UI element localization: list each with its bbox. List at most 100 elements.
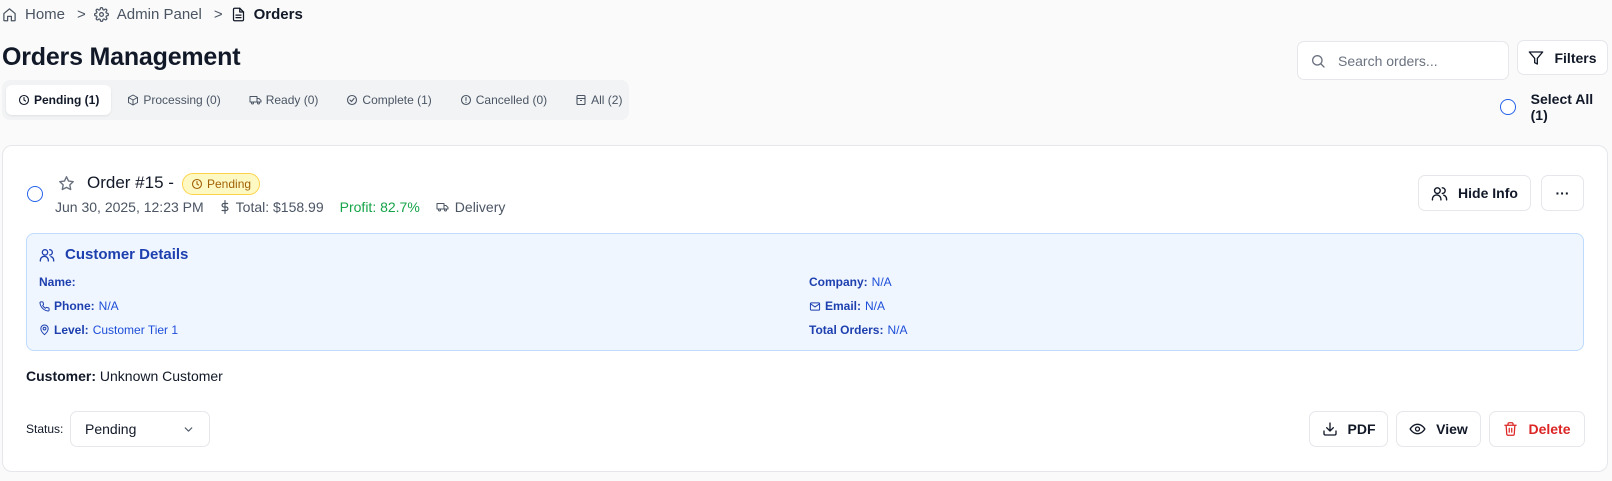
customer-email-field: Email: N/A: [809, 299, 885, 313]
view-label: View: [1436, 421, 1468, 437]
users-icon: [39, 247, 55, 263]
tab-label: Complete (1): [362, 93, 432, 107]
level-label: Level:: [54, 323, 89, 337]
order-delivery-label: Delivery: [454, 199, 506, 215]
tab-label: All (2): [591, 93, 623, 107]
delete-label: Delete: [1528, 421, 1571, 437]
status-badge: Pending: [182, 173, 261, 195]
truck-icon: [249, 94, 262, 106]
check-circle-icon: [346, 94, 358, 106]
breadcrumb-orders-label: Orders: [253, 5, 303, 23]
package-icon: [127, 94, 139, 106]
order-date: Jun 30, 2025, 12:23 PM: [55, 199, 204, 215]
hide-info-label: Hide Info: [1458, 185, 1518, 201]
order-delivery: Delivery: [436, 199, 506, 215]
gear-icon: [93, 6, 109, 22]
view-button[interactable]: View: [1396, 411, 1481, 447]
tab-pending[interactable]: Pending (1): [6, 85, 112, 115]
tab-complete[interactable]: Complete (1): [334, 85, 443, 115]
search-input[interactable]: [1338, 52, 1488, 69]
customer-name-field: Name:: [39, 275, 80, 289]
pdf-button[interactable]: PDF: [1309, 411, 1388, 447]
order-total-value: Total: $158.99: [235, 199, 324, 215]
breadcrumb-home-label: Home: [25, 5, 66, 23]
status-select-value: Pending: [85, 421, 137, 437]
tab-label: Pending (1): [34, 93, 100, 107]
customer-details-panel: Customer Details Name: Phone: N/A Level:…: [26, 233, 1584, 351]
order-meta: Jun 30, 2025, 12:23 PM Total: $158.99 Pr…: [55, 199, 521, 215]
eye-icon: [1409, 421, 1426, 437]
pdf-label: PDF: [1347, 421, 1376, 437]
select-all-control[interactable]: Select All (1): [1500, 91, 1612, 123]
breadcrumb-admin-panel[interactable]: Admin Panel >: [93, 5, 231, 23]
dollar-icon: [220, 200, 230, 214]
breadcrumb-home[interactable]: Home >: [2, 6, 94, 23]
status-label: Status:: [26, 422, 64, 436]
map-pin-icon: [39, 324, 50, 336]
phone-label: Phone:: [54, 299, 95, 313]
total-orders-value: N/A: [887, 323, 908, 337]
customer-line: Customer: Unknown Customer: [26, 368, 223, 384]
alert-circle-icon: [460, 94, 472, 106]
customer-level-field: Level: Customer Tier 1: [39, 323, 178, 337]
archive-icon: [575, 94, 587, 106]
filter-icon: [1528, 50, 1544, 66]
customer-label: Customer:: [26, 368, 97, 384]
level-value: Customer Tier 1: [92, 323, 179, 337]
breadcrumb-separator: >: [77, 5, 86, 23]
breadcrumb-separator: >: [213, 5, 223, 23]
status-badge-label: Pending: [207, 177, 252, 191]
customer-details-title: Customer Details: [65, 246, 189, 263]
select-all-checkbox[interactable]: [1500, 99, 1516, 115]
phone-value: N/A: [98, 299, 119, 313]
breadcrumb-admin-label: Admin Panel: [116, 5, 202, 23]
users-icon: [1431, 185, 1448, 202]
phone-icon: [39, 300, 50, 312]
mail-icon: [809, 301, 821, 312]
status-tabs: Pending (1) Processing (0) Ready (0) Com…: [2, 80, 629, 120]
email-label: Email:: [825, 299, 862, 313]
search-icon: [1310, 53, 1326, 69]
email-value: N/A: [865, 299, 886, 313]
order-select-checkbox[interactable]: [27, 186, 43, 202]
filters-label: Filters: [1554, 49, 1597, 66]
tab-all[interactable]: All (2): [563, 85, 634, 115]
customer-company-field: Company: N/A: [809, 275, 892, 289]
home-icon: [2, 7, 17, 22]
download-icon: [1322, 421, 1338, 437]
clock-icon: [191, 178, 203, 190]
truck-icon: [436, 201, 449, 213]
breadcrumb: Home > Admin Panel > Orders: [2, 4, 303, 24]
more-options-icon: ···: [1555, 185, 1570, 201]
customer-details-header: Customer Details: [39, 246, 188, 263]
tab-label: Processing (0): [143, 93, 221, 107]
clock-icon: [18, 94, 30, 106]
breadcrumb-orders: Orders: [231, 6, 303, 23]
total-orders-label: Total Orders:: [809, 323, 884, 337]
customer-total-orders-field: Total Orders: N/A: [809, 323, 907, 337]
customer-phone-field: Phone: N/A: [39, 299, 119, 313]
chevron-down-icon: [182, 423, 195, 436]
tab-processing[interactable]: Processing (0): [115, 85, 232, 115]
trash-icon: [1503, 421, 1518, 437]
order-title: Order #15 -: [87, 173, 174, 192]
order-total: Total: $158.99: [220, 199, 324, 215]
hide-info-button[interactable]: Hide Info: [1418, 175, 1531, 211]
filters-button[interactable]: Filters: [1517, 40, 1608, 75]
order-profit: Profit: 82.7%: [339, 199, 420, 215]
tab-label: Cancelled (0): [475, 93, 548, 107]
document-icon: [231, 7, 246, 22]
star-icon[interactable]: [58, 175, 75, 192]
company-value: N/A: [871, 275, 892, 289]
delete-button[interactable]: Delete: [1489, 411, 1585, 447]
search-box[interactable]: [1297, 41, 1509, 80]
tab-ready[interactable]: Ready (0): [237, 85, 331, 115]
company-label: Company:: [809, 275, 868, 289]
customer-value: Unknown Customer: [99, 368, 223, 384]
more-options-button[interactable]: ···: [1541, 175, 1584, 211]
tab-label: Ready (0): [265, 93, 319, 107]
name-label: Name:: [39, 275, 76, 289]
tab-cancelled[interactable]: Cancelled (0): [448, 85, 559, 115]
status-select[interactable]: Pending: [70, 411, 210, 447]
page-title: Orders Management: [2, 43, 241, 71]
